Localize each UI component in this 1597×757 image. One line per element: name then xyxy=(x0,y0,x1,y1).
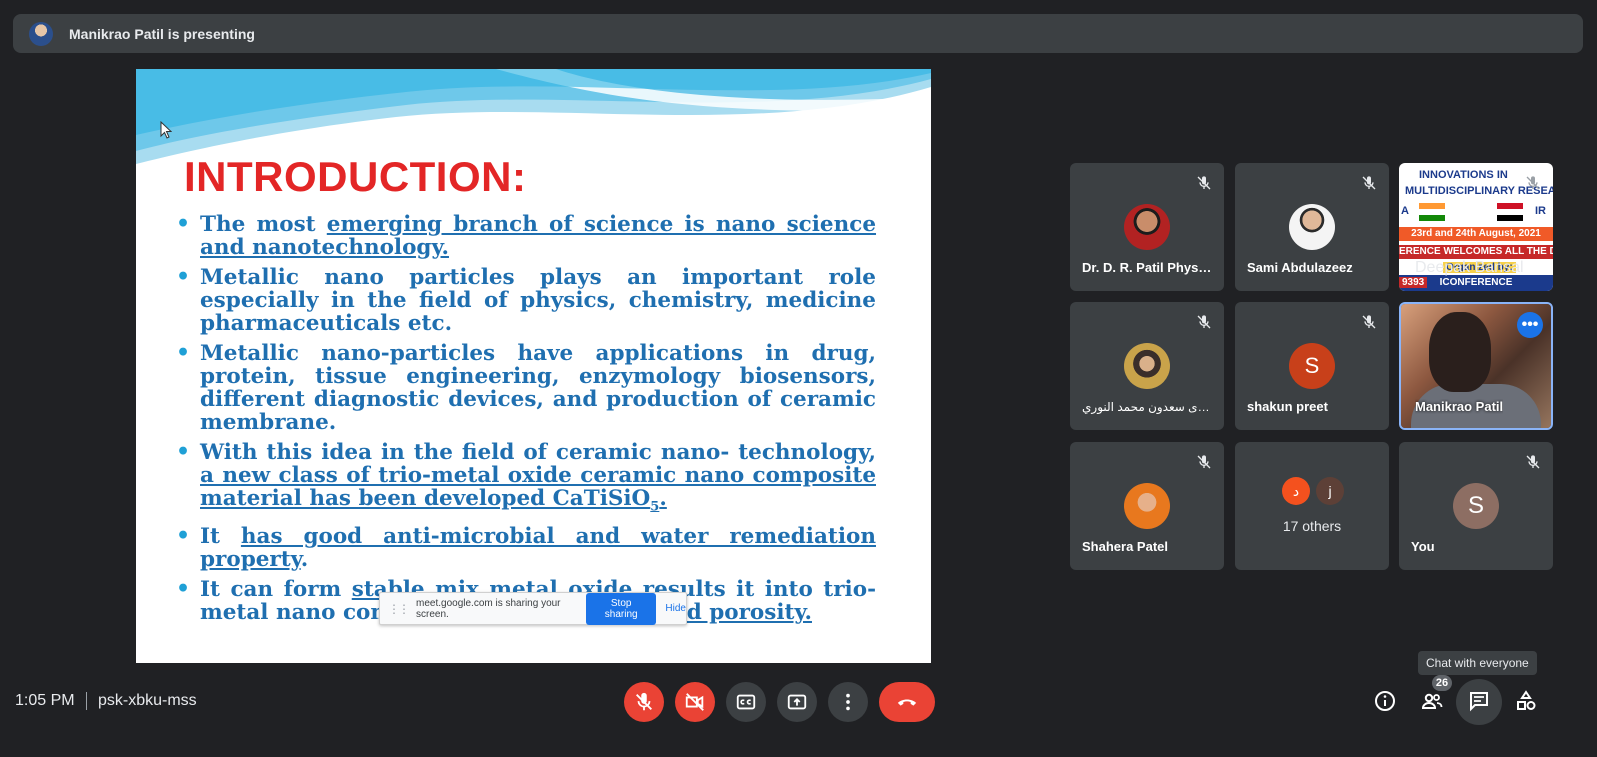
participant-tile-dr-patil[interactable]: Dr. D. R. Patil Physics xyxy=(1070,163,1224,291)
meet-window: Manikrao Patil is presenting INTRODUCTIO… xyxy=(0,0,1597,757)
shared-screen: INTRODUCTION: The most emerging branch o… xyxy=(136,69,931,663)
participant-name: shakun preet xyxy=(1247,399,1328,414)
info-icon xyxy=(1375,691,1395,711)
participant-tile-you[interactable]: S You xyxy=(1399,442,1553,570)
camera-off-icon xyxy=(685,693,704,711)
participant-name: Sami Abdulazeez xyxy=(1247,260,1353,275)
others-avatars: د j xyxy=(1282,477,1344,505)
mic-off-icon xyxy=(1197,315,1211,329)
avatar xyxy=(1124,204,1170,250)
participant-name: Shahera Patel xyxy=(1082,539,1168,554)
leave-call-button[interactable] xyxy=(879,682,935,722)
mouse-cursor-icon xyxy=(160,121,172,139)
mic-off-icon xyxy=(1197,455,1211,469)
mic-off-icon xyxy=(1362,176,1376,190)
bullet-5: It has good anti-microbial and water rem… xyxy=(176,525,876,571)
avatar: د xyxy=(1282,477,1310,505)
participant-tile-shahera[interactable]: Shahera Patel xyxy=(1070,442,1224,570)
clock: 1:05 PM xyxy=(15,692,75,709)
screen-share-notification: ⋮⋮ meet.google.com is sharing your scree… xyxy=(379,592,687,625)
activities-button[interactable] xyxy=(1513,688,1539,714)
mic-off-icon xyxy=(1197,176,1211,190)
iraq-flag-icon xyxy=(1497,203,1523,221)
presenting-text: Manikrao Patil is presenting xyxy=(69,25,255,42)
drag-handle-icon[interactable]: ⋮⋮ xyxy=(388,602,410,616)
people-icon xyxy=(1421,693,1443,709)
avatar: j xyxy=(1316,477,1344,505)
share-message: meet.google.com is sharing your screen. xyxy=(416,597,561,620)
stop-sharing-button[interactable]: Stop sharing xyxy=(585,592,657,625)
mic-off-icon xyxy=(636,692,652,711)
bullet-3: Metallic nano-particles have application… xyxy=(176,342,876,434)
participant-name: Manikrao Patil xyxy=(1415,399,1504,414)
mic-off-icon xyxy=(1526,176,1540,190)
avatar xyxy=(1124,483,1170,529)
meeting-details-button[interactable] xyxy=(1372,688,1398,714)
participant-tile-shakun[interactable]: S shakun preet xyxy=(1235,302,1389,430)
others-tile[interactable]: د j 17 others xyxy=(1235,442,1389,570)
india-flag-icon xyxy=(1419,203,1445,221)
presenting-banner[interactable]: Manikrao Patil is presenting xyxy=(13,14,1583,53)
avatar: S xyxy=(1453,483,1499,529)
bullet-4: With this idea in the field of ceramic n… xyxy=(176,441,876,518)
activities-icon xyxy=(1517,690,1536,710)
bullet-2: Metallic nano particles plays an importa… xyxy=(176,266,876,335)
more-options-icon[interactable]: ••• xyxy=(1517,312,1543,338)
avatar xyxy=(1124,343,1170,389)
chat-icon xyxy=(1470,692,1488,712)
captions-button[interactable] xyxy=(726,682,766,722)
present-icon xyxy=(787,694,807,710)
avatar xyxy=(1289,204,1335,250)
others-count: 17 others xyxy=(1282,518,1342,534)
participant-name: بشرى سعدون محمد النوري xyxy=(1082,400,1214,414)
chat-tooltip: Chat with everyone xyxy=(1418,651,1537,675)
slide-title: INTRODUCTION: xyxy=(184,153,527,200)
slide-bullets: The most emerging branch of science is n… xyxy=(176,213,876,631)
participant-tile-manikrao[interactable]: ••• Manikrao Patil xyxy=(1399,302,1553,430)
mic-toggle-button[interactable] xyxy=(624,682,664,722)
people-button[interactable] xyxy=(1419,688,1445,714)
bullet-1: The most emerging branch of science is n… xyxy=(176,213,876,259)
chat-button[interactable] xyxy=(1466,688,1492,714)
more-options-button[interactable] xyxy=(828,682,868,722)
participant-name: You xyxy=(1411,539,1435,554)
participant-name: Deepak Bansal xyxy=(1415,259,1524,276)
mic-off-icon xyxy=(1526,455,1540,469)
participant-tile-sami[interactable]: Sami Abdulazeez xyxy=(1235,163,1389,291)
presenter-avatar xyxy=(29,21,53,46)
participant-tile-bushra[interactable]: بشرى سعدون محمد النوري xyxy=(1070,302,1224,430)
present-now-button[interactable] xyxy=(777,682,817,722)
participant-tile-deepak[interactable]: INNOVATIONS IN MULTIDISCIPLINARY RESEA A… xyxy=(1399,163,1553,291)
hide-link[interactable]: Hide xyxy=(665,603,686,614)
divider xyxy=(86,692,87,710)
phone-hangup-icon xyxy=(897,699,917,706)
more-vertical-icon xyxy=(846,693,850,711)
participant-name: Dr. D. R. Patil Physics xyxy=(1082,260,1214,275)
avatar: S xyxy=(1289,343,1335,389)
mic-off-icon xyxy=(1362,315,1376,329)
meeting-code[interactable]: psk-xbku-mss xyxy=(98,692,197,710)
camera-toggle-button[interactable] xyxy=(675,682,715,722)
captions-icon xyxy=(736,694,756,710)
people-count-badge: 26 xyxy=(1432,675,1452,691)
